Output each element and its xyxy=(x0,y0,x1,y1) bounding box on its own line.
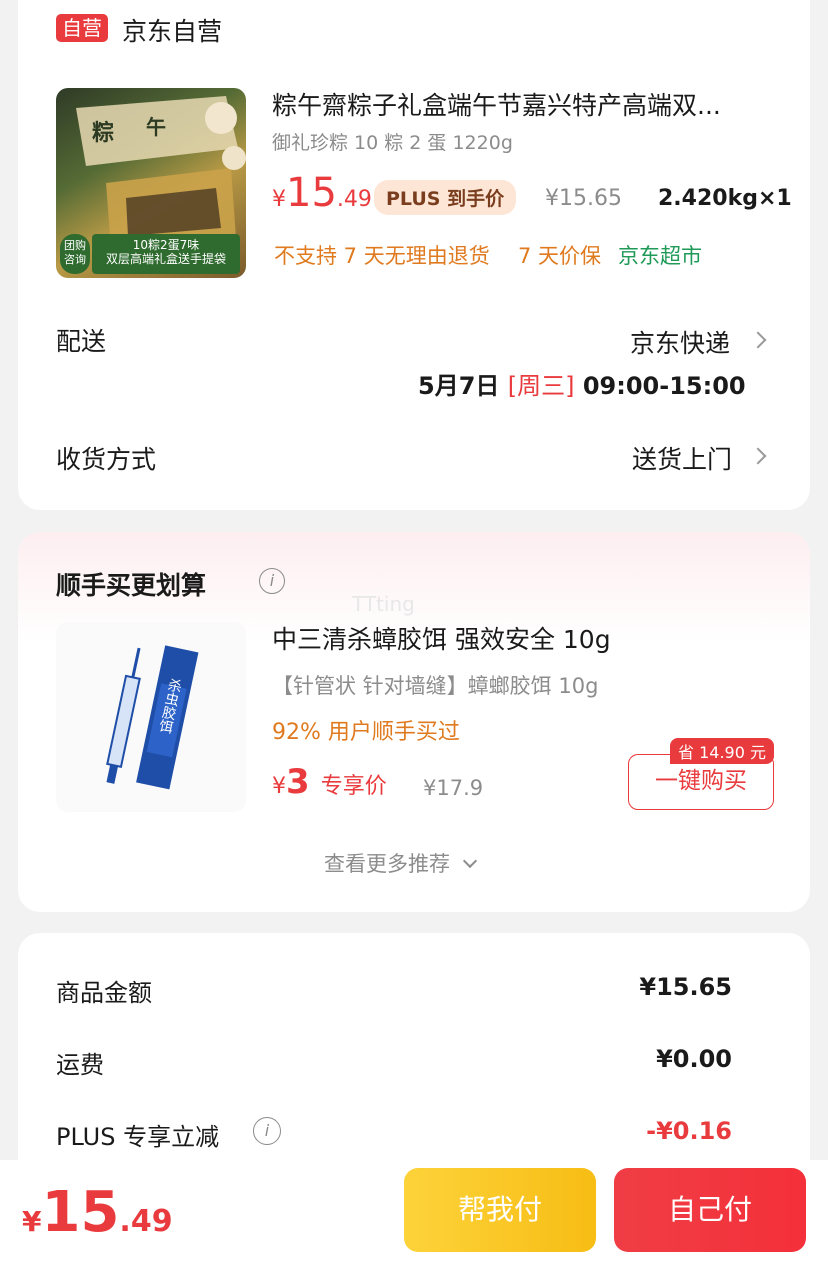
original-price: ¥15.65 xyxy=(545,186,622,211)
recommend-item-title[interactable]: 中三清杀蟑胶饵 强效安全 10g xyxy=(272,620,611,656)
shipping-value: ¥0.00 xyxy=(656,1045,732,1073)
shop-name[interactable]: 京东自营 xyxy=(122,12,222,48)
receive-method-value[interactable]: 送货上门 xyxy=(632,440,732,476)
goods-amount-label: 商品金额 xyxy=(56,979,152,1007)
plus-price-tag: PLUS 到手价 xyxy=(374,180,517,215)
plus-discount-info-icon[interactable]: i xyxy=(253,1117,281,1145)
delivery-chevron-right-icon[interactable] xyxy=(749,331,767,349)
total-price-integer: 15 xyxy=(41,1180,120,1245)
recommend-card: 顺手买更划算 i TTting 杀虫胶饵 中三清杀蟑胶饵 强效安全 10g 【针… xyxy=(18,532,810,912)
pay-myself-button[interactable]: 自己付 xyxy=(614,1168,806,1252)
group-buy-consult-badge: 团购咨询 xyxy=(60,234,90,274)
more-recommend-link[interactable]: 查看更多推荐 xyxy=(324,848,478,878)
price-integer: 15 xyxy=(286,170,337,216)
total-price-symbol: ¥ xyxy=(22,1205,42,1238)
order-item-card: 自营 京东自营 粽 午 团购咨询 10粽2蛋7味 双层高端礼盒送手提袋 粽午齋粽… xyxy=(18,0,810,510)
delivery-date: 5月7日 xyxy=(418,372,500,400)
price-decimal: .49 xyxy=(336,187,372,212)
recommend-item-stat: 92% 用户顺手买过 xyxy=(272,720,460,745)
recommend-item-price: ¥3 专享价 xyxy=(272,762,387,802)
total-price-decimal: .49 xyxy=(119,1204,173,1239)
watermark-text: TTting xyxy=(352,592,415,616)
syringe-bait-illustration: 杀虫胶饵 xyxy=(106,645,199,790)
reco-price-symbol: ¥ xyxy=(272,774,286,799)
total-price: ¥15.49 xyxy=(22,1180,173,1245)
weight-quantity: 2.420kg×1 xyxy=(658,186,792,211)
product-spec: 御礼珍粽 10 粽 2 蛋 1220g xyxy=(272,132,513,154)
reco-price-label: 专享价 xyxy=(320,774,387,799)
product-image-caption: 10粽2蛋7味 双层高端礼盒送手提袋 xyxy=(92,234,240,274)
delivery-weekday: [周三] xyxy=(507,372,575,400)
price-symbol: ¥ xyxy=(272,187,286,212)
recommend-product-image[interactable]: 杀虫胶饵 xyxy=(56,622,246,812)
product-image[interactable]: 粽 午 团购咨询 10粽2蛋7味 双层高端礼盒送手提袋 xyxy=(56,88,246,278)
price-summary-card: 商品金额 ¥15.65 运费 ¥0.00 PLUS 专享立减 i -¥0.16 xyxy=(18,933,810,1193)
goods-amount-value: ¥15.65 xyxy=(639,973,732,1001)
svg-text:午: 午 xyxy=(146,115,166,139)
chevron-down-icon xyxy=(463,853,478,869)
self-operated-badge: 自营 xyxy=(56,14,108,42)
checkout-bar: ¥15.49 帮我付 自己付 xyxy=(0,1160,828,1278)
product-title[interactable]: 粽午齋粽子礼盒端午节嘉兴特产高端双... xyxy=(272,86,721,122)
plus-discount-value: -¥0.16 xyxy=(646,1117,732,1145)
receive-chevron-right-icon[interactable] xyxy=(749,447,767,465)
reco-price-value: 3 xyxy=(286,762,310,802)
product-price: ¥15.49 xyxy=(272,170,372,216)
svg-text:粽: 粽 xyxy=(92,120,114,146)
price-protect-tag: 7 天价保 xyxy=(518,244,602,268)
recommend-info-icon[interactable]: i xyxy=(259,568,285,594)
delivery-carrier[interactable]: 京东快递 xyxy=(630,324,730,360)
jd-supermarket-tag: 京东超市 xyxy=(618,244,702,268)
caption-line-2: 双层高端礼盒送手提袋 xyxy=(105,252,226,266)
receive-method-label: 收货方式 xyxy=(56,445,157,474)
delivery-time-range: 09:00-15:00 xyxy=(582,372,746,400)
shipping-label: 运费 xyxy=(56,1051,104,1079)
delivery-label: 配送 xyxy=(56,327,107,356)
more-recommend-label: 查看更多推荐 xyxy=(324,852,450,876)
plus-discount-label: PLUS 专享立减 xyxy=(56,1123,220,1151)
save-amount-badge: 省 14.90 元 xyxy=(670,738,774,764)
no-return-tag: 不支持 7 天无理由退货 xyxy=(274,244,490,268)
recommend-item-orig-price: ¥17.9 xyxy=(423,776,484,800)
help-me-pay-button[interactable]: 帮我付 xyxy=(404,1168,596,1252)
recommend-item-desc: 【针管状 针对墙缝】蟑螂胶饵 10g xyxy=(272,674,599,698)
delivery-time[interactable]: 5月7日 [周三] 09:00-15:00 xyxy=(418,366,746,401)
recommend-section-title: 顺手买更划算 xyxy=(56,571,207,600)
caption-line-1: 10粽2蛋7味 xyxy=(132,238,200,252)
